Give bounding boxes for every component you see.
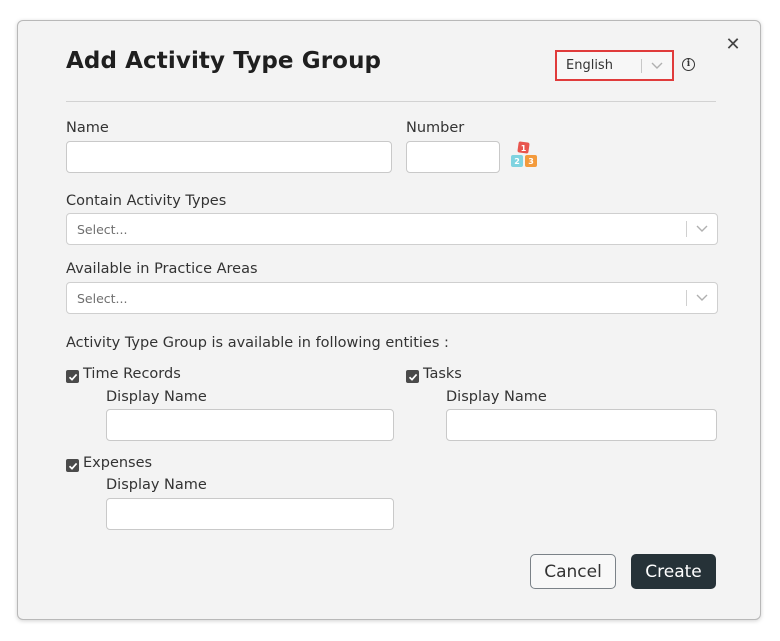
dialog-title: Add Activity Type Group [66, 48, 382, 74]
chevron-down-icon[interactable] [642, 62, 672, 70]
check-icon [68, 462, 77, 470]
time-records-label: Time Records [83, 366, 181, 382]
numbered-blocks-icon[interactable]: 1 2 3 [509, 140, 541, 172]
name-label: Name [66, 120, 109, 136]
check-icon [408, 373, 417, 381]
tasks-checkbox[interactable] [406, 370, 419, 383]
create-button[interactable]: Create [631, 554, 716, 589]
info-icon[interactable]: i [682, 58, 695, 71]
tasks-display-name-input[interactable] [446, 409, 717, 441]
contain-activity-types-placeholder: Select... [77, 221, 128, 237]
entities-label: Activity Type Group is available in foll… [66, 335, 449, 351]
expenses-label: Expenses [83, 455, 153, 471]
language-select-value: English [566, 58, 613, 73]
contain-activity-types-label: Contain Activity Types [66, 193, 227, 209]
time-records-display-name-label: Display Name [106, 389, 207, 405]
time-records-checkbox[interactable] [66, 370, 79, 383]
practice-areas-placeholder: Select... [77, 290, 128, 306]
svg-text:1: 1 [521, 144, 527, 153]
expenses-display-name-label: Display Name [106, 477, 207, 493]
add-activity-type-group-dialog: Add Activity Type Group ✕ English i Name… [17, 20, 761, 620]
chevron-down-icon[interactable] [687, 294, 717, 302]
name-input[interactable] [66, 141, 392, 173]
expenses-checkbox[interactable] [66, 459, 79, 472]
tasks-label: Tasks [423, 366, 462, 382]
expenses-display-name-input[interactable] [106, 498, 394, 530]
svg-text:2: 2 [514, 157, 520, 166]
practice-areas-select[interactable]: Select... [66, 282, 718, 314]
svg-text:3: 3 [528, 157, 534, 166]
tasks-display-name-label: Display Name [446, 389, 547, 405]
time-records-display-name-input[interactable] [106, 409, 394, 441]
cancel-button[interactable]: Cancel [530, 554, 616, 589]
number-input[interactable] [406, 141, 500, 173]
close-icon[interactable]: ✕ [724, 36, 742, 54]
chevron-down-icon[interactable] [687, 225, 717, 233]
check-icon [68, 373, 77, 381]
header-divider [66, 101, 716, 102]
number-label: Number [406, 120, 465, 136]
language-select[interactable]: English [555, 50, 674, 81]
contain-activity-types-select[interactable]: Select... [66, 213, 718, 245]
practice-areas-label: Available in Practice Areas [66, 261, 258, 277]
